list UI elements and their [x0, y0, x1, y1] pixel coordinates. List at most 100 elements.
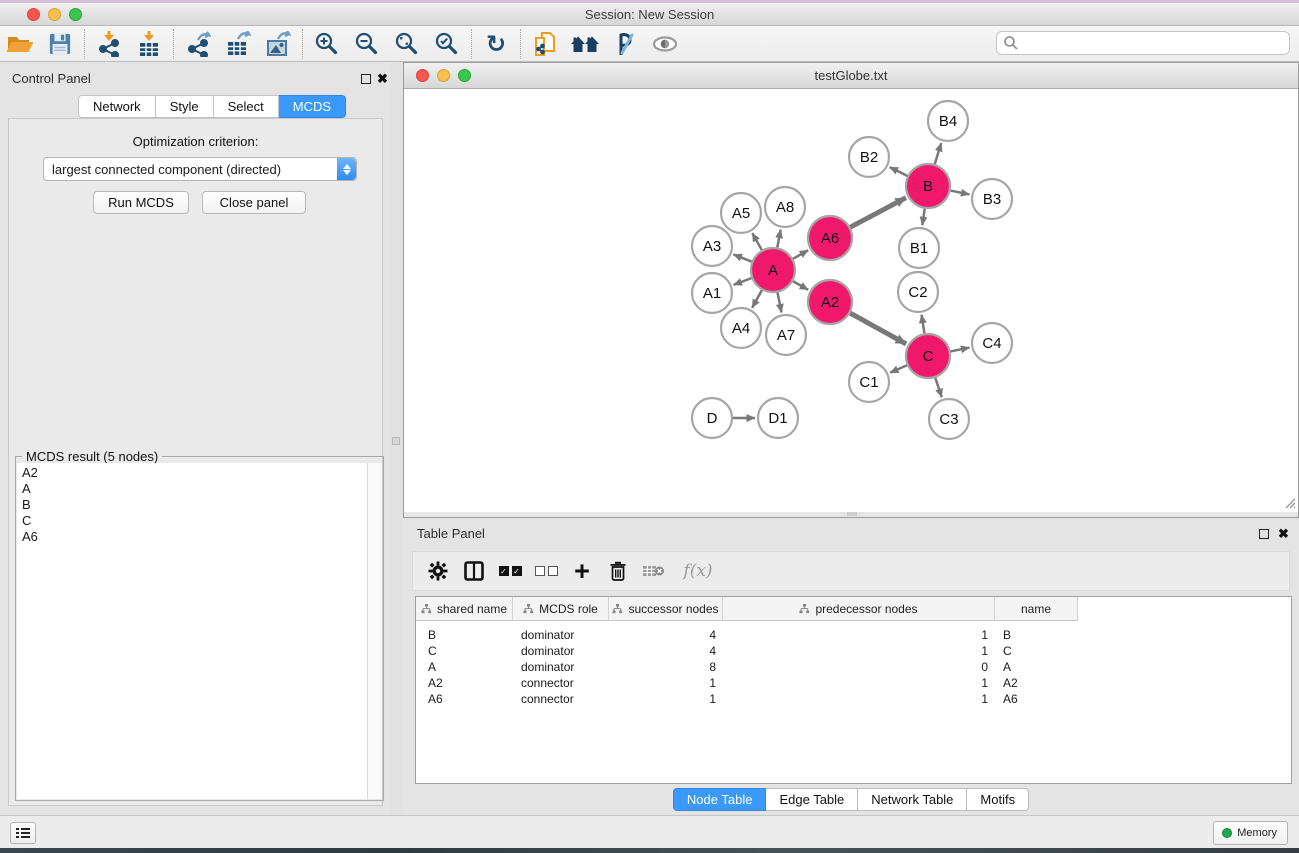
zoom-fit-button[interactable] — [387, 28, 427, 60]
clone-network-button[interactable] — [525, 28, 565, 60]
graph-edge-B-B2[interactable] — [890, 167, 908, 176]
list-item[interactable]: A2 — [22, 465, 368, 481]
function-icon: f(x) — [683, 561, 712, 581]
graph-edge-B-B3[interactable] — [951, 191, 970, 195]
memory-button[interactable]: Memory — [1213, 821, 1288, 845]
graph-node-label-D: D — [707, 410, 718, 427]
memory-status-icon — [1222, 828, 1232, 838]
window-resize-grip[interactable] — [1282, 495, 1296, 509]
graph-edge-A-A5[interactable] — [752, 233, 761, 250]
add-row-button[interactable]: + — [567, 556, 597, 586]
network-canvas[interactable]: AA1A2A3A4A5A6A7A8BB1B2B3B4CC1C2C3C4DD1 — [404, 89, 1298, 512]
close-panel-icon[interactable]: ✖ — [377, 71, 388, 87]
close-panel-button[interactable]: Close panel — [202, 191, 306, 214]
column-type-icon — [612, 604, 623, 614]
list-item[interactable]: C — [22, 513, 368, 529]
open-session-button[interactable] — [0, 28, 40, 60]
graph-edge-C-C3[interactable] — [935, 378, 941, 397]
home-button[interactable] — [565, 28, 605, 60]
tab-network[interactable]: Network — [78, 95, 156, 118]
select-all-button[interactable]: ✓✓ — [495, 556, 525, 586]
column-header-mcds-role[interactable]: MCDS role — [513, 597, 609, 621]
export-image-button[interactable] — [258, 28, 298, 60]
graph-edge-A2-C[interactable] — [850, 313, 906, 344]
delete-table-button[interactable] — [639, 556, 669, 586]
toolbar-separator — [302, 29, 303, 59]
refresh-button[interactable]: ↻ — [476, 28, 516, 60]
column-header-name[interactable]: name — [995, 597, 1078, 621]
deselect-all-button[interactable] — [531, 556, 561, 586]
graph-edge-A-A4[interactable] — [752, 290, 762, 308]
column-header-successor-nodes[interactable]: successor nodes — [609, 597, 723, 621]
graph-node-label-B2: B2 — [860, 149, 878, 166]
graph-node-label-A2: A2 — [821, 294, 839, 311]
close-table-panel-icon[interactable]: ✖ — [1278, 526, 1289, 542]
network-view-window: testGlobe.txt AA1A2A3A4A5A6A7A8BB1B2B3B4… — [403, 62, 1299, 518]
graph-edge-A-A2[interactable] — [793, 281, 808, 290]
import-table-button[interactable] — [129, 28, 169, 60]
table-panel-title: Table Panel — [417, 526, 485, 541]
mcds-result-list: A2 A B C A6 — [17, 463, 368, 799]
zoom-out-button[interactable] — [347, 28, 387, 60]
graph-edge-B-B4[interactable] — [935, 143, 941, 164]
tab-edge-table[interactable]: Edge Table — [766, 788, 858, 811]
result-list-scrollbar[interactable] — [367, 463, 382, 799]
float-panel-icon[interactable] — [361, 74, 371, 84]
mcds-tab-content: Optimization criterion: largest connecte… — [8, 118, 383, 806]
column-header-shared-name[interactable]: shared name — [416, 597, 513, 621]
column-header-predecessor-nodes[interactable]: predecessor nodes — [723, 597, 995, 621]
splitter-handle[interactable] — [392, 437, 400, 445]
show-columns-button[interactable] — [459, 556, 489, 586]
import-network-button[interactable] — [89, 28, 129, 60]
table-settings-button[interactable] — [423, 556, 453, 586]
view-splitter-handle[interactable] — [847, 512, 857, 516]
graph-edge-A-A3[interactable] — [733, 254, 751, 261]
tab-network-table[interactable]: Network Table — [858, 788, 967, 811]
eye-button[interactable] — [645, 28, 685, 60]
graph-edge-C-C4[interactable] — [951, 348, 970, 352]
graph-edge-B-B1[interactable] — [922, 209, 924, 225]
list-item[interactable]: A — [22, 481, 368, 497]
delete-row-button[interactable] — [603, 556, 633, 586]
graph-node-label-A8: A8 — [776, 199, 794, 216]
empty-checkbox-icon — [548, 566, 558, 576]
graph-edge-C-C2[interactable] — [922, 315, 925, 334]
graph-edge-A6-B[interactable] — [850, 198, 906, 228]
function-builder-button[interactable]: f(x) — [675, 556, 721, 586]
tab-node-table[interactable]: Node Table — [673, 788, 767, 811]
graph-edge-A-A7[interactable] — [778, 293, 782, 313]
run-mcds-button[interactable]: Run MCDS — [93, 191, 189, 214]
float-table-panel-icon[interactable] — [1259, 529, 1269, 539]
table-panel: Table Panel ✖ — [403, 518, 1299, 815]
tab-select[interactable]: Select — [214, 95, 279, 118]
search-input[interactable] — [1019, 33, 1289, 53]
delete-table-icon — [642, 563, 666, 579]
toolbar-separator — [471, 29, 472, 59]
list-item[interactable]: A6 — [22, 529, 368, 545]
graph-edge-A-A1[interactable] — [734, 278, 752, 285]
export-network-button[interactable] — [178, 28, 218, 60]
panel-splitter[interactable] — [390, 62, 403, 815]
clone-network-icon — [532, 30, 558, 58]
network-window-titlebar[interactable]: testGlobe.txt — [404, 63, 1298, 89]
task-history-button[interactable] — [10, 822, 36, 844]
toolbar-separator — [84, 29, 85, 59]
export-table-button[interactable] — [218, 28, 258, 60]
tab-style[interactable]: Style — [156, 95, 214, 118]
table-toolbar: ✓✓ + — [412, 551, 1290, 591]
mcds-result-groupbox: MCDS result (5 nodes) A2 A B C A6 — [15, 456, 384, 801]
list-item[interactable]: B — [22, 497, 368, 513]
graph-edge-A-A8[interactable] — [777, 230, 780, 248]
network-graph: AA1A2A3A4A5A6A7A8BB1B2B3B4CC1C2C3C4DD1 — [404, 89, 1298, 512]
control-panel-title: Control Panel — [12, 71, 91, 86]
graph-node-label-C3: C3 — [939, 411, 958, 428]
zoom-in-button[interactable] — [307, 28, 347, 60]
criterion-dropdown[interactable]: largest connected component (directed) — [43, 157, 357, 181]
hide-details-button[interactable] — [605, 28, 645, 60]
graph-edge-A-A6[interactable] — [793, 250, 808, 259]
zoom-selected-button[interactable] — [427, 28, 467, 60]
graph-edge-C-C1[interactable] — [890, 365, 907, 372]
tab-motifs[interactable]: Motifs — [967, 788, 1029, 811]
tab-mcds[interactable]: MCDS — [279, 95, 346, 118]
save-session-button[interactable] — [40, 28, 80, 60]
